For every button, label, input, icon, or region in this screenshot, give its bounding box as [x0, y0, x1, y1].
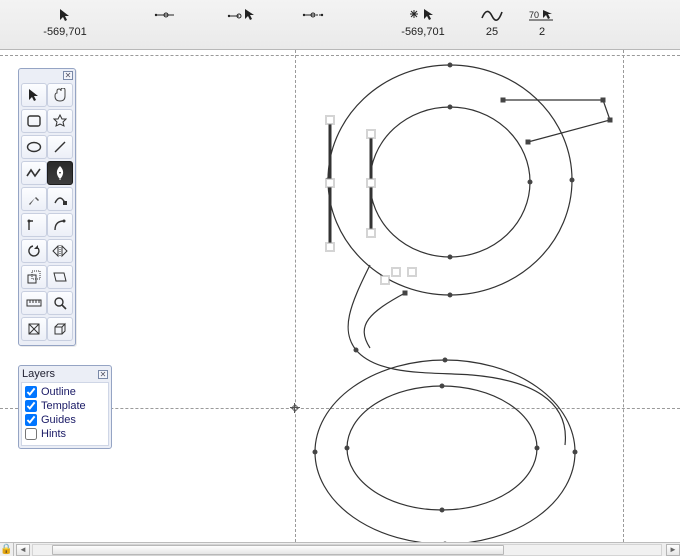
- layer-label: Outline: [41, 386, 76, 398]
- glyph-canvas[interactable]: [0, 50, 680, 542]
- selected-point[interactable]: [408, 268, 417, 277]
- bcp-endpoint[interactable]: [326, 116, 335, 125]
- rectangle-tool[interactable]: [21, 109, 47, 133]
- bcp-midpoint[interactable]: [367, 179, 376, 188]
- control-point[interactable]: [526, 140, 531, 145]
- pointer-tool[interactable]: [21, 83, 47, 107]
- middle-point-indicator: [296, 6, 336, 24]
- hint-value: 2: [539, 26, 545, 38]
- tool-palette[interactable]: ✕: [18, 68, 76, 346]
- zoom-tool[interactable]: [47, 291, 73, 315]
- rotate-tool[interactable]: [21, 239, 47, 263]
- selected-point[interactable]: [381, 276, 390, 285]
- bcp-endpoint[interactable]: [367, 229, 376, 238]
- perspective-tool[interactable]: [21, 317, 47, 341]
- rect3d-tool[interactable]: [47, 317, 73, 341]
- hint-icon: 70: [529, 6, 555, 24]
- layers-panel[interactable]: Layers ✕ Outline Template Guides Hints: [18, 365, 112, 449]
- layer-toggle-guides[interactable]: Guides: [25, 413, 105, 427]
- secondary-position-value: -569,701: [401, 26, 444, 38]
- prev-point-indicator: [144, 6, 184, 24]
- layer-checkbox[interactable]: [25, 414, 37, 426]
- status-bar: 🔒 ◄ ►: [0, 542, 680, 556]
- control-point[interactable]: [448, 63, 453, 68]
- control-point[interactable]: [440, 384, 445, 389]
- control-point[interactable]: [608, 118, 613, 123]
- cursor-icon: [59, 6, 71, 24]
- lock-icon[interactable]: 🔒: [0, 543, 14, 556]
- tangent-tool[interactable]: [47, 213, 73, 237]
- bcp-endpoint[interactable]: [326, 243, 335, 252]
- control-point[interactable]: [528, 180, 533, 185]
- layer-label: Template: [41, 400, 86, 412]
- palette-close-button[interactable]: ✕: [63, 71, 73, 80]
- control-point[interactable]: [448, 105, 453, 110]
- palette-titlebar[interactable]: ✕: [19, 69, 75, 81]
- control-point[interactable]: [573, 450, 578, 455]
- layer-checkbox[interactable]: [25, 386, 37, 398]
- control-point[interactable]: [448, 255, 453, 260]
- skew-tool[interactable]: [47, 265, 73, 289]
- next-point-indicator: [220, 6, 260, 24]
- info-toolbar: -569,701 -569,701 25: [0, 0, 680, 50]
- layers-close-button[interactable]: ✕: [98, 370, 108, 379]
- freehand-tool[interactable]: [21, 161, 47, 185]
- secondary-position-readout: -569,701: [388, 6, 458, 38]
- line-tool[interactable]: [47, 135, 73, 159]
- control-point[interactable]: [345, 446, 350, 451]
- horizontal-scrollbar[interactable]: [32, 544, 662, 556]
- control-point[interactable]: [448, 293, 453, 298]
- pen-tool[interactable]: [47, 161, 73, 185]
- flip-tool[interactable]: [47, 239, 73, 263]
- control-point[interactable]: [313, 450, 318, 455]
- svg-text:70: 70: [529, 10, 539, 20]
- control-point[interactable]: [501, 98, 506, 103]
- knife-tool[interactable]: [21, 187, 47, 211]
- curve-icon: [481, 6, 503, 24]
- layer-label: Guides: [41, 414, 76, 426]
- add-corner-tool[interactable]: [21, 213, 47, 237]
- cursor-position-readout: -569,701: [30, 6, 100, 38]
- control-point[interactable]: [403, 291, 408, 296]
- control-point[interactable]: [601, 98, 606, 103]
- control-point[interactable]: [354, 348, 359, 353]
- bcp-endpoint[interactable]: [367, 130, 376, 139]
- ellipse-tool[interactable]: [21, 135, 47, 159]
- curvature-readout: 25: [472, 6, 512, 38]
- selected-point[interactable]: [392, 268, 401, 277]
- point-chain-icon: [152, 6, 176, 24]
- layer-toggle-outline[interactable]: Outline: [25, 385, 105, 399]
- layer-label: Hints: [41, 428, 66, 440]
- hand-tool[interactable]: [47, 83, 73, 107]
- bcp-midpoint[interactable]: [326, 179, 335, 188]
- point-both-icon: [301, 6, 331, 24]
- control-point[interactable]: [440, 508, 445, 513]
- spark-cursor-icon: [410, 6, 436, 24]
- corner-tool[interactable]: [47, 187, 73, 211]
- layer-toggle-template[interactable]: Template: [25, 399, 105, 413]
- control-point[interactable]: [535, 446, 540, 451]
- scroll-right-button[interactable]: ►: [666, 544, 680, 556]
- hint-readout: 70 2: [522, 6, 562, 38]
- scroll-left-button[interactable]: ◄: [16, 544, 30, 556]
- layer-toggle-hints[interactable]: Hints: [25, 427, 105, 441]
- scrollbar-thumb[interactable]: [52, 545, 504, 555]
- point-chain-cursor-icon: [225, 6, 255, 24]
- layers-titlebar[interactable]: Layers ✕: [19, 366, 111, 382]
- star-tool[interactable]: [47, 109, 73, 133]
- curvature-value: 25: [486, 26, 498, 38]
- ruler-tool[interactable]: [21, 291, 47, 315]
- control-point[interactable]: [570, 178, 575, 183]
- layer-checkbox[interactable]: [25, 428, 37, 440]
- control-point[interactable]: [443, 358, 448, 363]
- layer-checkbox[interactable]: [25, 400, 37, 412]
- layers-title: Layers: [22, 368, 55, 380]
- scale-tool[interactable]: [21, 265, 47, 289]
- cursor-position-value: -569,701: [43, 26, 86, 38]
